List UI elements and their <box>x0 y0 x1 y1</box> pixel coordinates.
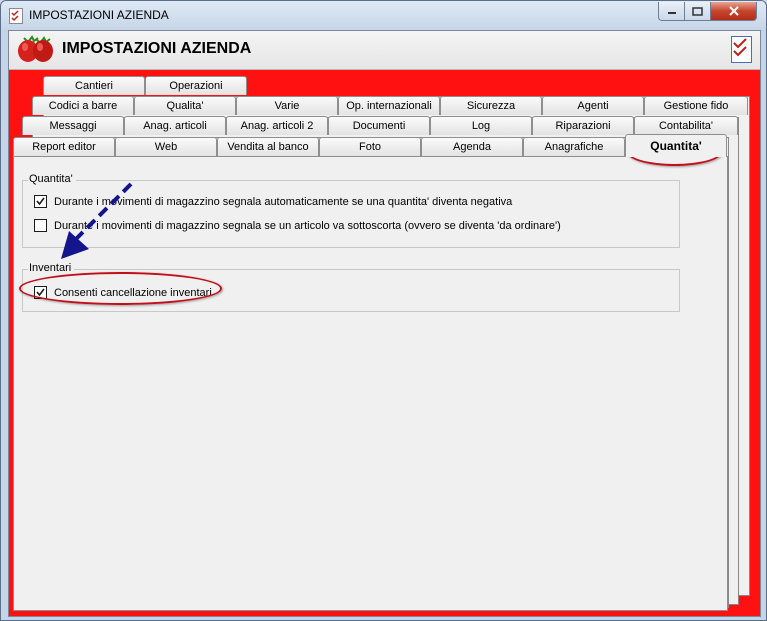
tab-messaggi[interactable]: Messaggi <box>22 116 124 135</box>
tab-foto[interactable]: Foto <box>319 137 421 156</box>
option-understock-label: Durante i movimenti di magazzino segnala… <box>54 219 561 232</box>
tab-cantieri[interactable]: Cantieri <box>43 76 145 95</box>
option-negative-quantity-label: Durante i movimenti di magazzino segnala… <box>54 195 513 208</box>
title-bar[interactable]: IMPOSTAZIONI AZIENDA <box>1 1 766 30</box>
tab-panel-quantita: Quantita' Durante i movimenti di magazzi… <box>13 156 728 611</box>
tab-codici-a-barre[interactable]: Codici a barre <box>32 96 134 115</box>
tab-web[interactable]: Web <box>115 137 217 156</box>
option-understock[interactable]: Durante i movimenti di magazzino segnala… <box>34 219 561 232</box>
tab-sicurezza[interactable]: Sicurezza <box>440 96 542 115</box>
tab-agenti[interactable]: Agenti <box>542 96 644 115</box>
close-icon <box>728 6 739 16</box>
tab-qualita[interactable]: Qualita' <box>134 96 236 115</box>
tab-documenti[interactable]: Documenti <box>328 116 430 135</box>
tab-contabilita[interactable]: Contabilita' <box>634 116 738 135</box>
tab-anag-articoli-2[interactable]: Anag. articoli 2 <box>226 116 328 135</box>
minimize-icon <box>667 12 676 14</box>
checkbox-negative-quantity[interactable] <box>34 195 47 208</box>
option-negative-quantity[interactable]: Durante i movimenti di magazzino segnala… <box>34 195 512 208</box>
tab-vendita-al-banco[interactable]: Vendita al banco <box>217 137 319 156</box>
tab-anagrafiche[interactable]: Anagrafiche <box>523 137 625 156</box>
group-quantita: Quantita' Durante i movimenti di magazzi… <box>22 173 680 248</box>
client-area: IMPOSTAZIONI AZIENDA Cantieri Operazioni… <box>8 30 761 617</box>
tab-anag-articoli[interactable]: Anag. articoli <box>124 116 226 135</box>
highlight-ring-delete-inventory <box>19 272 222 305</box>
tab-gestione-fido[interactable]: Gestione fido <box>644 96 748 115</box>
maximize-button[interactable] <box>684 2 711 21</box>
app-checklist-icon <box>9 8 23 24</box>
header-bar: IMPOSTAZIONI AZIENDA <box>9 31 760 70</box>
tab-quantita[interactable]: Quantita' <box>625 134 727 157</box>
window-title: IMPOSTAZIONI AZIENDA <box>29 8 169 22</box>
checklist-icon[interactable] <box>731 36 752 63</box>
settings-window: IMPOSTAZIONI AZIENDA IMPOSTAZIONI AZIEND… <box>0 0 767 621</box>
minimize-button[interactable] <box>658 2 685 21</box>
strawberries-logo <box>14 34 58 67</box>
close-button[interactable] <box>710 2 757 21</box>
tab-operazioni[interactable]: Operazioni <box>145 76 247 95</box>
group-quantita-label: Quantita' <box>28 173 76 185</box>
checkbox-understock[interactable] <box>34 219 47 232</box>
maximize-icon <box>692 6 703 16</box>
tab-report-editor[interactable]: Report editor <box>13 137 115 156</box>
tab-agenda[interactable]: Agenda <box>421 137 523 156</box>
group-inventari-label: Inventari <box>28 262 75 274</box>
header-title: IMPOSTAZIONI AZIENDA <box>62 40 252 57</box>
tab-log[interactable]: Log <box>430 116 532 135</box>
tab-op-internazionali[interactable]: Op. internazionali <box>338 96 440 115</box>
tab-varie[interactable]: Varie <box>236 96 338 115</box>
tab-riparazioni[interactable]: Riparazioni <box>532 116 634 135</box>
